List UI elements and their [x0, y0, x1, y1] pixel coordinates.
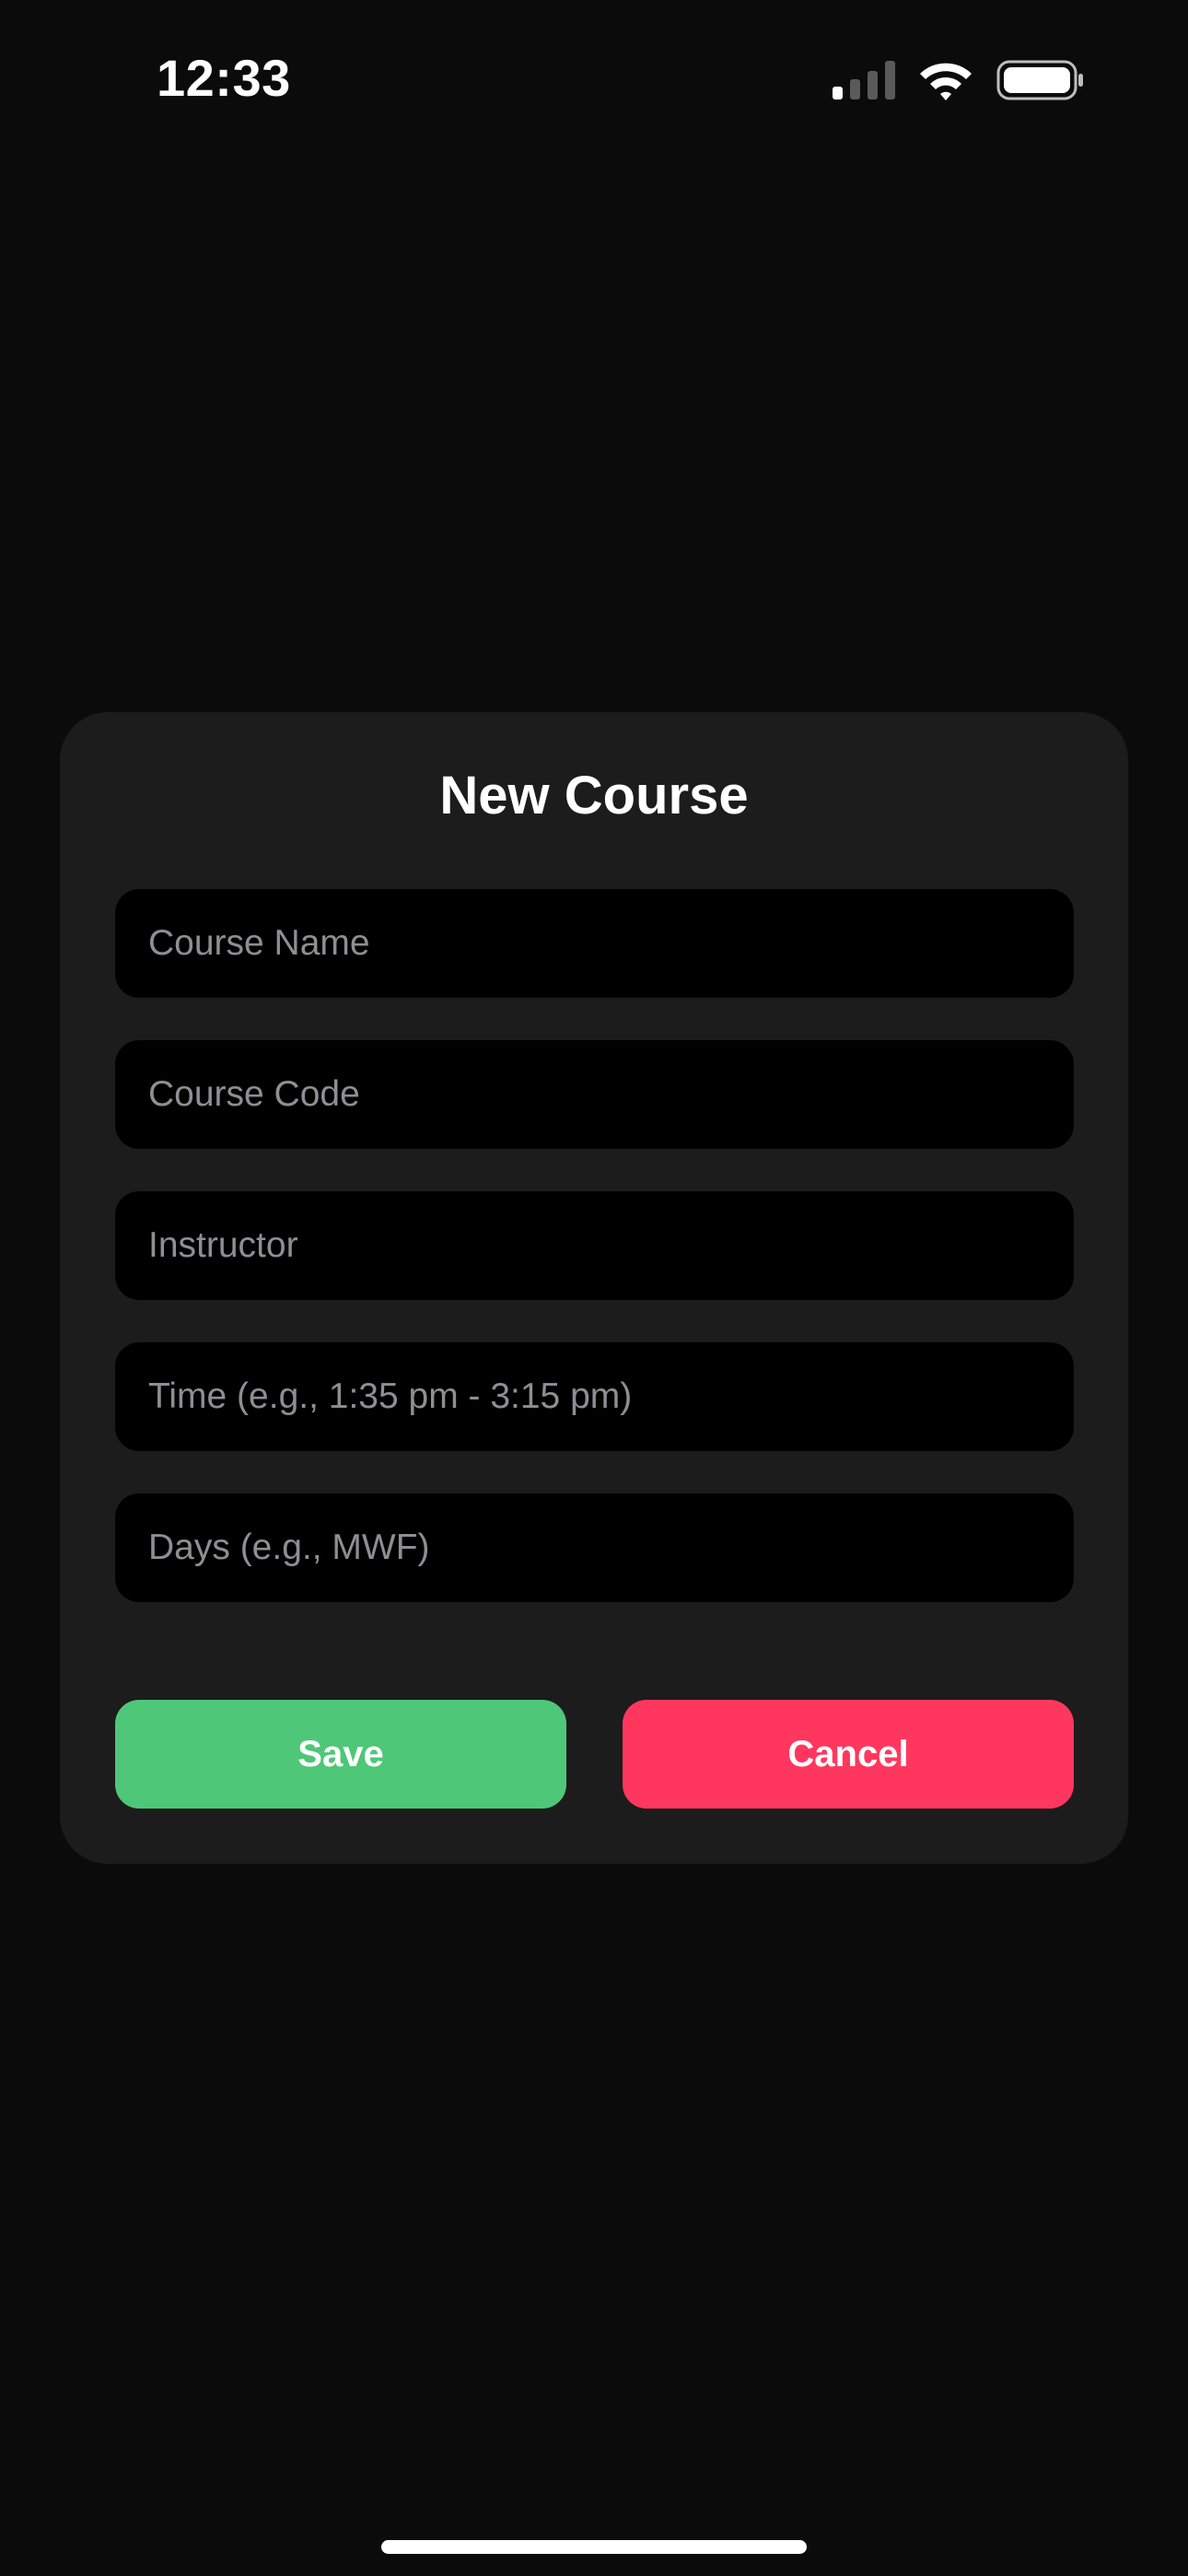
cellular-signal-icon [833, 61, 895, 100]
cancel-button[interactable]: Cancel [623, 1700, 1074, 1809]
course-code-input[interactable] [115, 1040, 1074, 1149]
screen: 12:33 New Course Course Name Course Code… [0, 0, 1188, 2576]
instructor-input[interactable] [115, 1191, 1074, 1300]
days-input[interactable] [115, 1493, 1074, 1602]
dialog-title: New Course [439, 766, 749, 825]
wifi-icon [917, 60, 974, 100]
home-indicator[interactable] [381, 2540, 807, 2554]
save-button[interactable]: Save [115, 1700, 566, 1809]
time-input[interactable] [115, 1342, 1074, 1451]
status-time: 12:33 [157, 49, 291, 107]
course-name-input[interactable] [115, 889, 1074, 998]
status-icons [833, 57, 1085, 103]
battery-icon [996, 60, 1085, 100]
